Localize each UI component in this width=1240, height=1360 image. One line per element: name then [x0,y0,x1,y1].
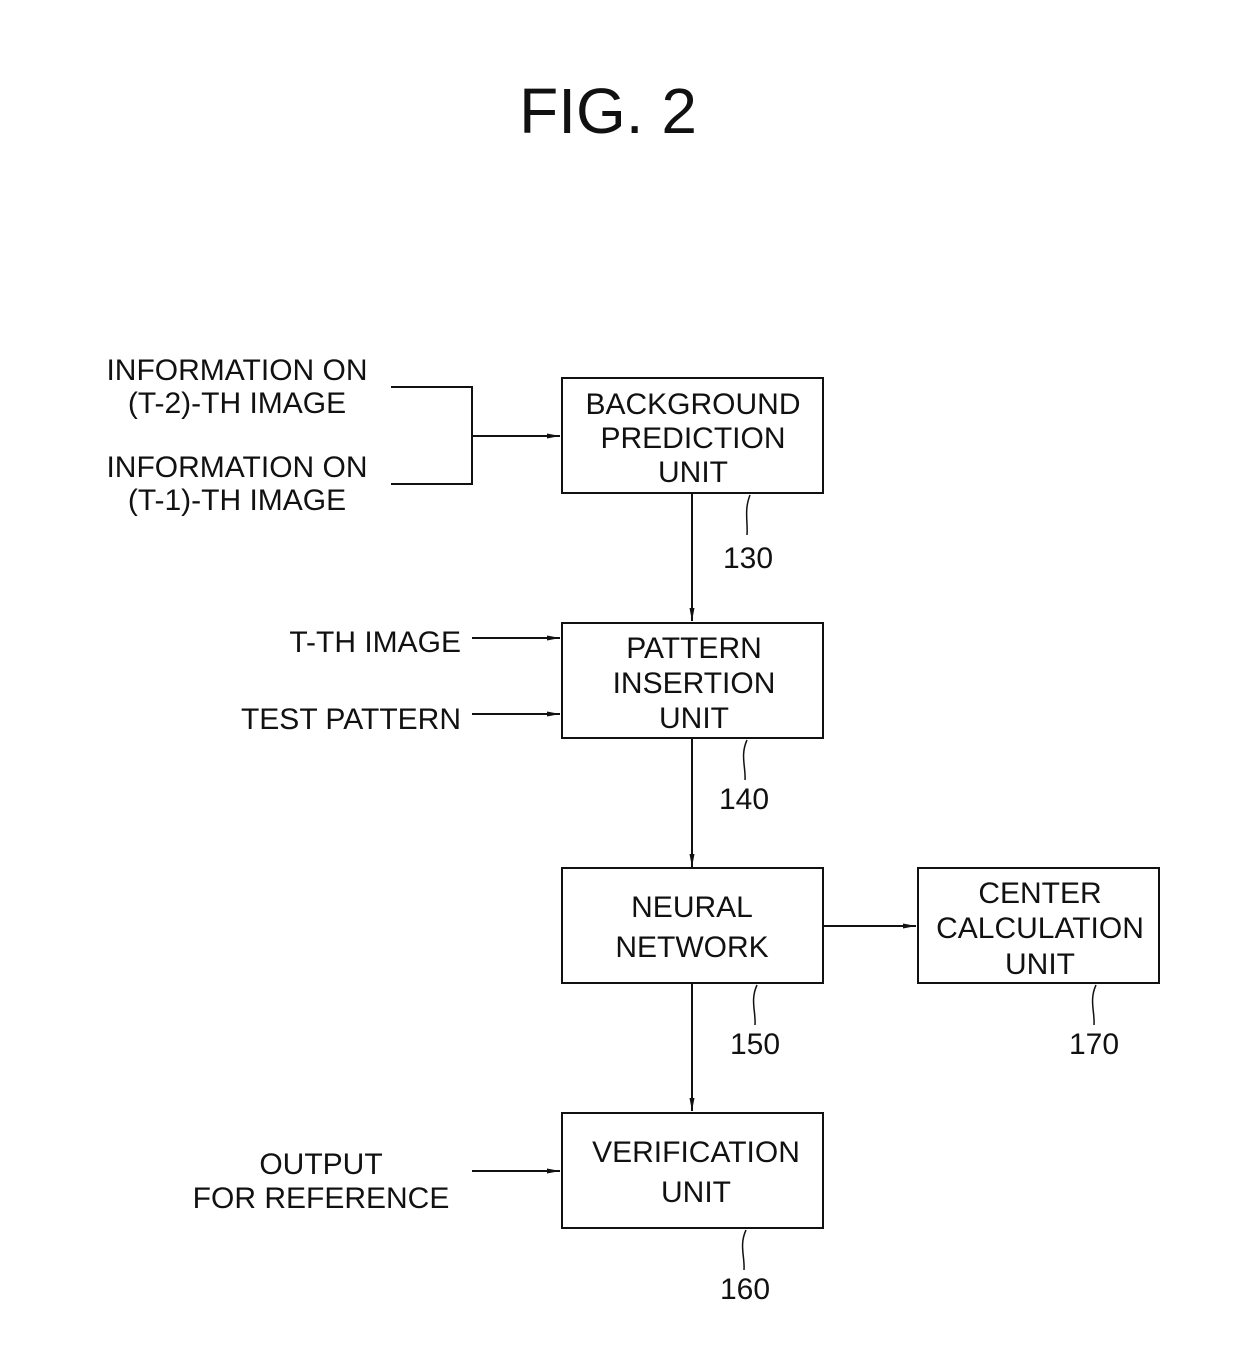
pattern-insertion-line3: UNIT [659,702,729,735]
input-t1-info: INFORMATION ON (T-1)-TH IMAGE [106,451,367,517]
input-output-reference-line1: OUTPUT [259,1148,382,1181]
pattern-insertion-line2: INSERTION [613,667,776,700]
center-calculation-line2: CALCULATION [936,912,1144,945]
leader-170 [1091,984,1097,1026]
pattern-insertion-unit: PATTERN INSERTION UNIT [561,622,824,739]
ref-170: 170 [1069,1028,1119,1061]
input-output-reference-line2: FOR REFERENCE [193,1182,450,1215]
center-calculation-unit: CENTER CALCULATION UNIT [917,867,1160,984]
figure-title: FIG. 2 [519,75,697,147]
center-calculation-line1: CENTER [978,877,1101,910]
center-calculation-line3: UNIT [1005,948,1075,981]
ref-160: 160 [720,1273,770,1306]
background-prediction-line1: BACKGROUND [585,388,800,421]
leader-130 [745,494,751,536]
ref-140: 140 [719,783,769,816]
block-diagram: FIG. 2 INFORMATION ON (T-2)-TH IMAGE INF… [106,75,1160,1306]
ref-130: 130 [723,542,773,575]
input-t1-info-line1: INFORMATION ON [106,451,367,484]
input-test-pattern: TEST PATTERN [241,703,461,736]
leader-140 [742,739,748,781]
neural-network-box [561,867,824,984]
neural-network-unit: NEURAL NETWORK [561,867,824,984]
input-t2-info-line1: INFORMATION ON [106,354,367,387]
verification-box [561,1112,824,1229]
background-prediction-unit: BACKGROUND PREDICTION UNIT [561,377,824,494]
input-t2-info: INFORMATION ON (T-2)-TH IMAGE [106,354,367,420]
verification-unit: VERIFICATION UNIT [561,1112,824,1229]
verification-line2: UNIT [661,1176,731,1209]
verification-line1: VERIFICATION [592,1136,800,1169]
ref-150: 150 [730,1028,780,1061]
background-prediction-line3: UNIT [658,456,728,489]
neural-network-line2: NETWORK [615,931,768,964]
input-t2-info-line2: (T-2)-TH IMAGE [128,387,346,420]
pattern-insertion-line1: PATTERN [626,632,762,665]
merge-connector [391,386,473,485]
background-prediction-line2: PREDICTION [600,422,785,455]
input-t1-info-line2: (T-1)-TH IMAGE [128,484,346,517]
leader-150 [752,984,758,1026]
neural-network-line1: NEURAL [631,891,753,924]
input-t-image: T-TH IMAGE [289,626,461,659]
leader-160 [741,1229,747,1271]
